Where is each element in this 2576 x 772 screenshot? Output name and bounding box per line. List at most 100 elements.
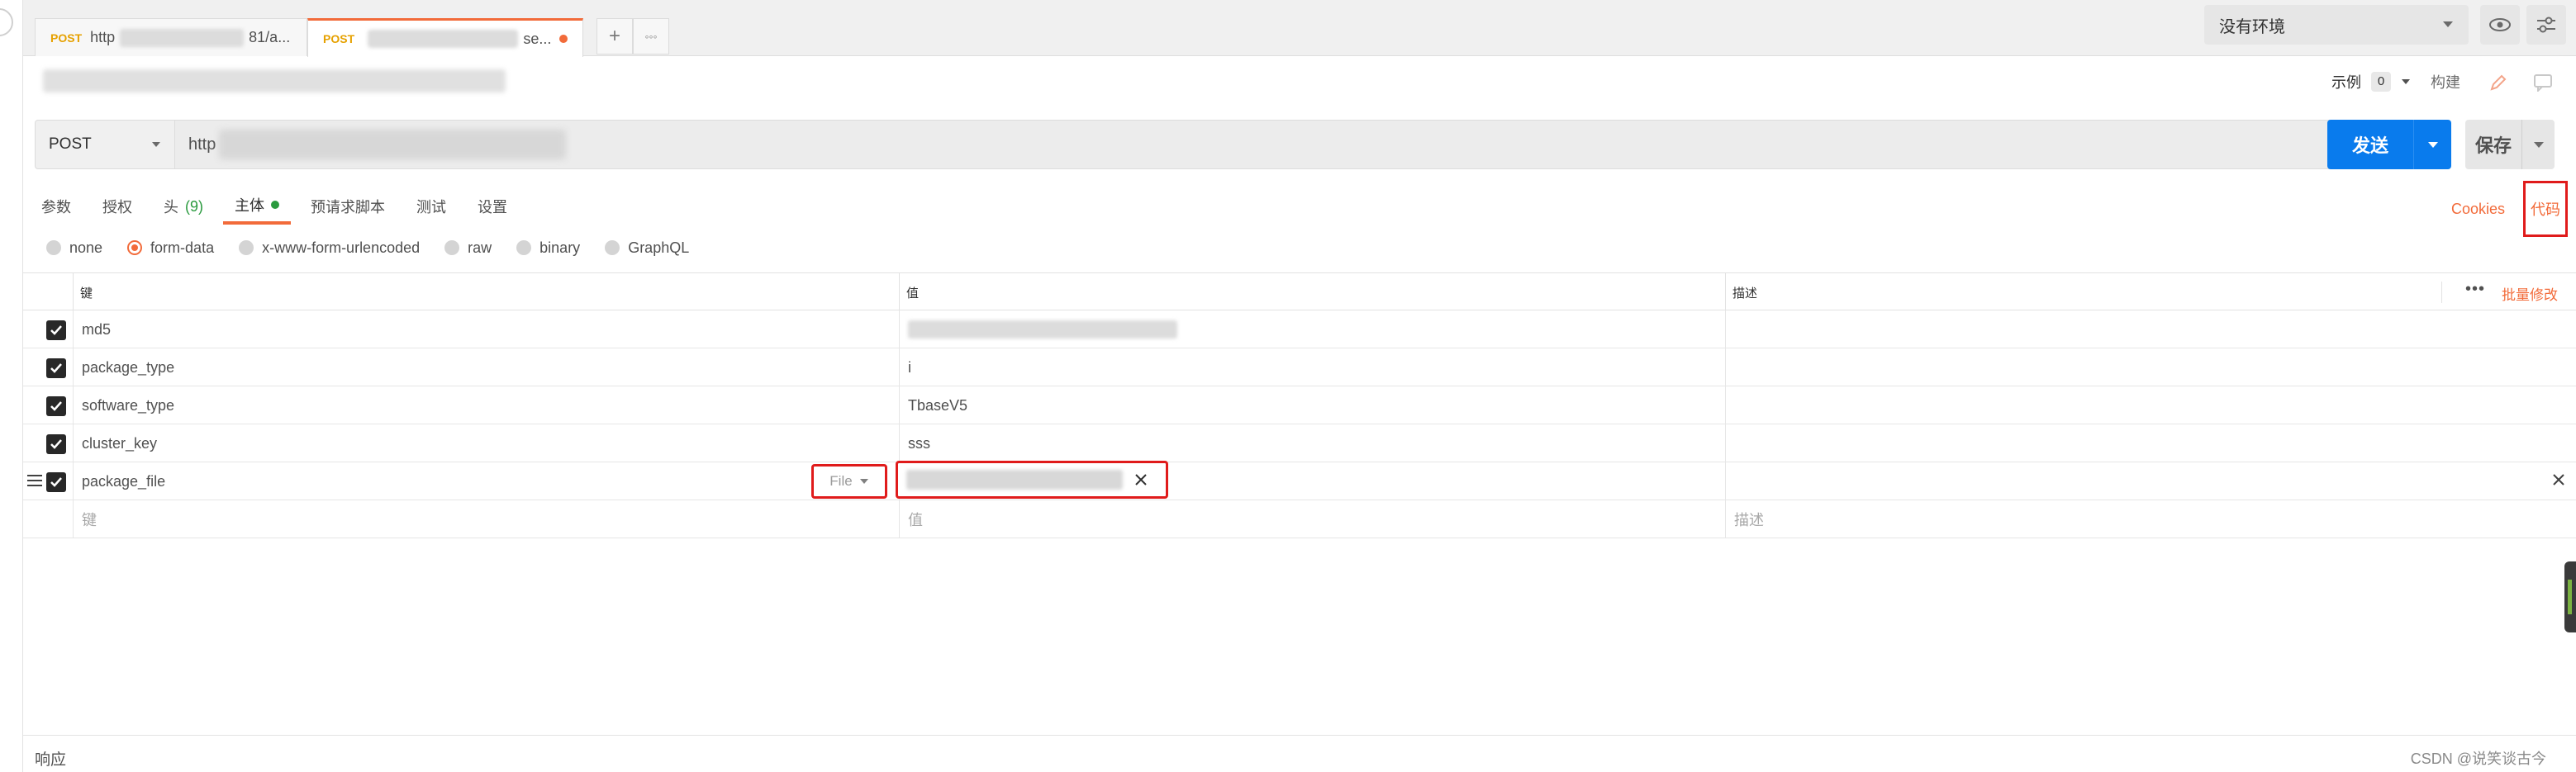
row-key[interactable]: package_type xyxy=(73,348,899,386)
row-description[interactable] xyxy=(1725,348,2576,386)
manage-environments-button[interactable] xyxy=(2526,5,2566,45)
table-row: software_type TbaseV5 xyxy=(23,386,2576,424)
row-description[interactable] xyxy=(1725,386,2576,424)
row-value[interactable]: i xyxy=(899,348,1725,386)
environment-select[interactable]: 没有环境 xyxy=(2204,5,2469,45)
row-checkbox[interactable] xyxy=(46,472,66,492)
table-row-new: 键 值 描述 xyxy=(23,500,2576,538)
tab-authorization[interactable]: 授权 xyxy=(91,188,144,225)
row-checkbox[interactable] xyxy=(46,358,66,378)
environment-quick-look-button[interactable] xyxy=(2480,5,2520,45)
delete-row-icon[interactable] xyxy=(2551,472,2566,487)
request-name[interactable] xyxy=(43,69,506,92)
body-indicator-dot-icon xyxy=(271,201,279,209)
row-checkbox[interactable] xyxy=(46,320,66,340)
row-description[interactable] xyxy=(1725,424,2576,462)
radio-selected-icon xyxy=(127,240,143,255)
comments-button[interactable] xyxy=(2525,64,2561,101)
tab-url-suffix: se... xyxy=(523,30,552,47)
tab-params[interactable]: 参数 xyxy=(35,188,83,225)
radio-raw[interactable]: raw xyxy=(444,239,492,257)
row-value[interactable]: sss xyxy=(899,424,1725,462)
header-divider xyxy=(2441,282,2442,303)
radio-circle-icon xyxy=(605,240,620,255)
right-links: Cookies 代码 xyxy=(2451,181,2568,237)
row-description[interactable] xyxy=(1725,310,2576,348)
tab-body[interactable]: 主体 xyxy=(223,188,291,225)
check-icon xyxy=(50,477,62,487)
tab-tests[interactable]: 测试 xyxy=(405,188,458,225)
send-options-button[interactable] xyxy=(2413,120,2451,169)
tab-label: 主体 xyxy=(235,197,264,214)
tab-settings[interactable]: 设置 xyxy=(466,188,519,225)
row-key[interactable]: package_file xyxy=(73,462,899,500)
new-key-input[interactable]: 键 xyxy=(73,500,899,538)
key-type-select[interactable]: File xyxy=(811,464,887,499)
radio-label: form-data xyxy=(150,239,215,256)
new-description-input[interactable]: 描述 xyxy=(1725,500,2576,538)
chevron-down-icon xyxy=(2427,141,2438,148)
chevron-down-icon xyxy=(2443,21,2453,27)
row-key[interactable]: md5 xyxy=(73,310,899,348)
request-tab-bar: POST http 81/a... POST se... + ◦◦◦ xyxy=(23,0,2204,57)
radio-label: x-www-form-urlencoded xyxy=(262,239,421,256)
chevron-down-icon xyxy=(859,479,868,484)
environment-label: 没有环境 xyxy=(2219,17,2285,36)
file-chooser[interactable] xyxy=(896,461,1168,499)
method-select[interactable]: POST xyxy=(35,120,175,169)
table-more-button[interactable]: ••• xyxy=(2465,280,2485,299)
headers-count: (9) xyxy=(185,197,203,215)
cookies-link[interactable]: Cookies xyxy=(2451,201,2505,218)
check-icon xyxy=(50,401,62,411)
new-value-input[interactable]: 值 xyxy=(899,500,1725,538)
code-link[interactable]: 代码 xyxy=(2523,181,2568,237)
bulk-edit-link[interactable]: 批量修改 xyxy=(2502,283,2558,304)
build-label[interactable]: 构建 xyxy=(2431,71,2460,92)
radio-none[interactable]: none xyxy=(46,239,102,257)
clear-file-icon[interactable] xyxy=(1134,473,1148,486)
save-options-button[interactable] xyxy=(2521,120,2555,169)
tab-more-button[interactable]: ◦◦◦ xyxy=(633,18,669,54)
radio-form-data[interactable]: form-data xyxy=(127,239,214,257)
tab-label: 测试 xyxy=(416,199,446,215)
request-tab-2[interactable]: POST se... xyxy=(307,18,583,57)
examples-dropdown[interactable]: 示例 0 xyxy=(2331,71,2411,92)
send-label: 发送 xyxy=(2351,135,2388,156)
response-bar: 响应 CSDN @说笑谈古今 xyxy=(23,735,2576,772)
request-title-row: 示例 0 构建 xyxy=(23,56,2576,107)
plus-icon: + xyxy=(608,25,620,47)
examples-label: 示例 xyxy=(2331,74,2361,91)
radio-x-www-form-urlencoded[interactable]: x-www-form-urlencoded xyxy=(239,239,420,257)
row-value[interactable] xyxy=(899,310,1725,348)
row-checkbox[interactable] xyxy=(46,434,66,454)
radio-binary[interactable]: binary xyxy=(516,239,580,257)
row-description[interactable] xyxy=(1725,462,2576,500)
new-tab-button[interactable]: + xyxy=(596,18,633,54)
url-blurred-value xyxy=(219,130,567,159)
request-tab-1[interactable]: POST http 81/a... xyxy=(35,18,307,56)
url-input[interactable]: http xyxy=(175,120,2351,169)
chevron-down-icon xyxy=(152,142,160,147)
drag-handle-icon[interactable] xyxy=(26,474,43,491)
hamburger-icon xyxy=(27,475,42,486)
watermark: CSDN @说笑谈古今 xyxy=(2410,751,2546,767)
edit-button[interactable] xyxy=(2480,64,2517,101)
row-key[interactable]: cluster_key xyxy=(73,424,899,462)
row-value-blurred xyxy=(908,320,1177,339)
row-value[interactable]: TbaseV5 xyxy=(899,386,1725,424)
row-key[interactable]: software_type xyxy=(73,386,899,424)
tab-headers[interactable]: 头 (9) xyxy=(152,188,215,225)
radio-label: GraphQL xyxy=(628,239,690,256)
tab-label: 预请求脚本 xyxy=(311,199,385,215)
radio-circle-icon xyxy=(46,240,61,255)
save-button[interactable]: 保存 xyxy=(2465,120,2555,169)
send-button[interactable]: 发送 xyxy=(2327,120,2451,169)
tab-pre-request-script[interactable]: 预请求脚本 xyxy=(299,188,397,225)
row-checkbox[interactable] xyxy=(46,396,66,416)
tab-label: 授权 xyxy=(102,199,132,215)
method-value: POST xyxy=(49,135,92,153)
scrollbar-thumb[interactable] xyxy=(2564,561,2576,632)
radio-graphql[interactable]: GraphQL xyxy=(605,239,689,257)
check-icon xyxy=(50,325,62,335)
response-label[interactable]: 响应 xyxy=(35,747,66,770)
